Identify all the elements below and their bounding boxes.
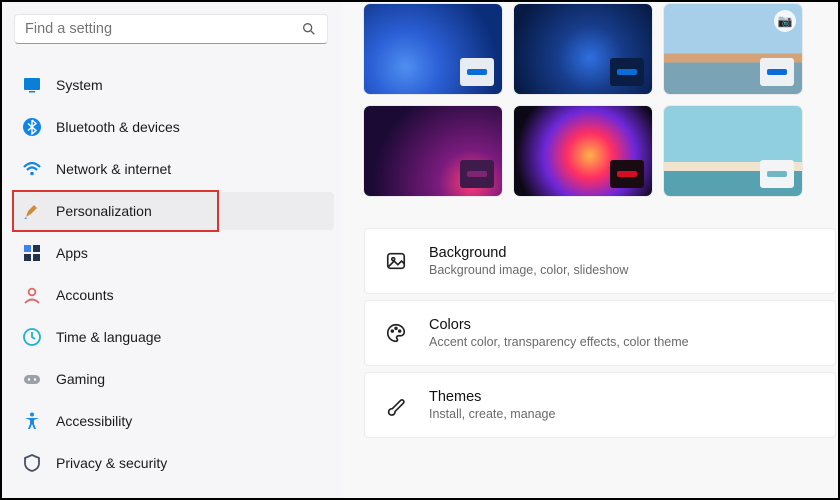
sidebar-item-bluetooth[interactable]: Bluetooth & devices <box>14 108 334 146</box>
card-sub: Accent color, transparency effects, colo… <box>429 335 689 349</box>
sidebar-item-label: Accessibility <box>56 413 132 429</box>
sidebar-item-label: System <box>56 77 103 93</box>
accessibility-icon <box>22 411 42 431</box>
theme-thumbnail[interactable] <box>514 4 652 94</box>
sidebar-item-label: Accounts <box>56 287 114 303</box>
card-title: Themes <box>429 389 555 405</box>
theme-thumbnail[interactable] <box>514 106 652 196</box>
card-themes[interactable]: Themes Install, create, manage <box>364 372 836 438</box>
sidebar-item-accounts[interactable]: Accounts <box>14 276 334 314</box>
palette-icon <box>385 322 407 344</box>
sidebar-item-label: Network & internet <box>56 161 171 177</box>
search-input[interactable] <box>25 21 301 37</box>
sidebar-item-label: Time & language <box>56 329 161 345</box>
display-icon <box>22 75 42 95</box>
theme-thumbnail-grid: 📷 <box>364 10 838 196</box>
brush-icon <box>385 394 407 416</box>
sidebar-item-gaming[interactable]: Gaming <box>14 360 334 398</box>
wifi-icon <box>22 159 42 179</box>
theme-thumbnail[interactable] <box>664 106 802 196</box>
settings-sidebar: System Bluetooth & devices Network & int… <box>2 2 342 498</box>
search-box[interactable] <box>14 14 328 44</box>
personalization-panel: 📷 Background Background image, color, sl… <box>342 2 838 498</box>
sidebar-item-personalization[interactable]: Personalization <box>14 192 334 230</box>
card-background[interactable]: Background Background image, color, slid… <box>364 228 836 294</box>
sidebar-item-label: Bluetooth & devices <box>56 119 180 135</box>
sidebar-item-accessibility[interactable]: Accessibility <box>14 402 334 440</box>
sidebar-item-label: Privacy & security <box>56 455 167 471</box>
card-title: Colors <box>429 317 689 333</box>
accent-swatch <box>460 160 494 188</box>
theme-thumbnail[interactable] <box>364 106 502 196</box>
sidebar-item-time-language[interactable]: Time & language <box>14 318 334 356</box>
accent-swatch <box>610 160 644 188</box>
theme-thumbnail[interactable]: 📷 <box>664 4 802 94</box>
shield-icon <box>22 453 42 473</box>
theme-thumbnail[interactable] <box>364 4 502 94</box>
paintbrush-icon <box>22 201 42 221</box>
card-sub: Background image, color, slideshow <box>429 263 628 277</box>
accent-swatch <box>460 58 494 86</box>
person-icon <box>22 285 42 305</box>
camera-icon: 📷 <box>774 10 796 32</box>
image-icon <box>385 250 407 272</box>
clock-globe-icon <box>22 327 42 347</box>
gamepad-icon <box>22 369 42 389</box>
search-icon <box>301 21 317 37</box>
sidebar-item-label: Gaming <box>56 371 105 387</box>
accent-swatch <box>760 160 794 188</box>
sidebar-item-system[interactable]: System <box>14 66 334 104</box>
sidebar-item-privacy[interactable]: Privacy & security <box>14 444 334 482</box>
sidebar-item-network[interactable]: Network & internet <box>14 150 334 188</box>
card-sub: Install, create, manage <box>429 407 555 421</box>
apps-icon <box>22 243 42 263</box>
sidebar-item-label: Apps <box>56 245 88 261</box>
accent-swatch <box>610 58 644 86</box>
card-title: Background <box>429 245 628 261</box>
bluetooth-icon <box>22 117 42 137</box>
accent-swatch <box>760 58 794 86</box>
card-colors[interactable]: Colors Accent color, transparency effect… <box>364 300 836 366</box>
sidebar-item-apps[interactable]: Apps <box>14 234 334 272</box>
sidebar-item-label: Personalization <box>56 203 152 219</box>
